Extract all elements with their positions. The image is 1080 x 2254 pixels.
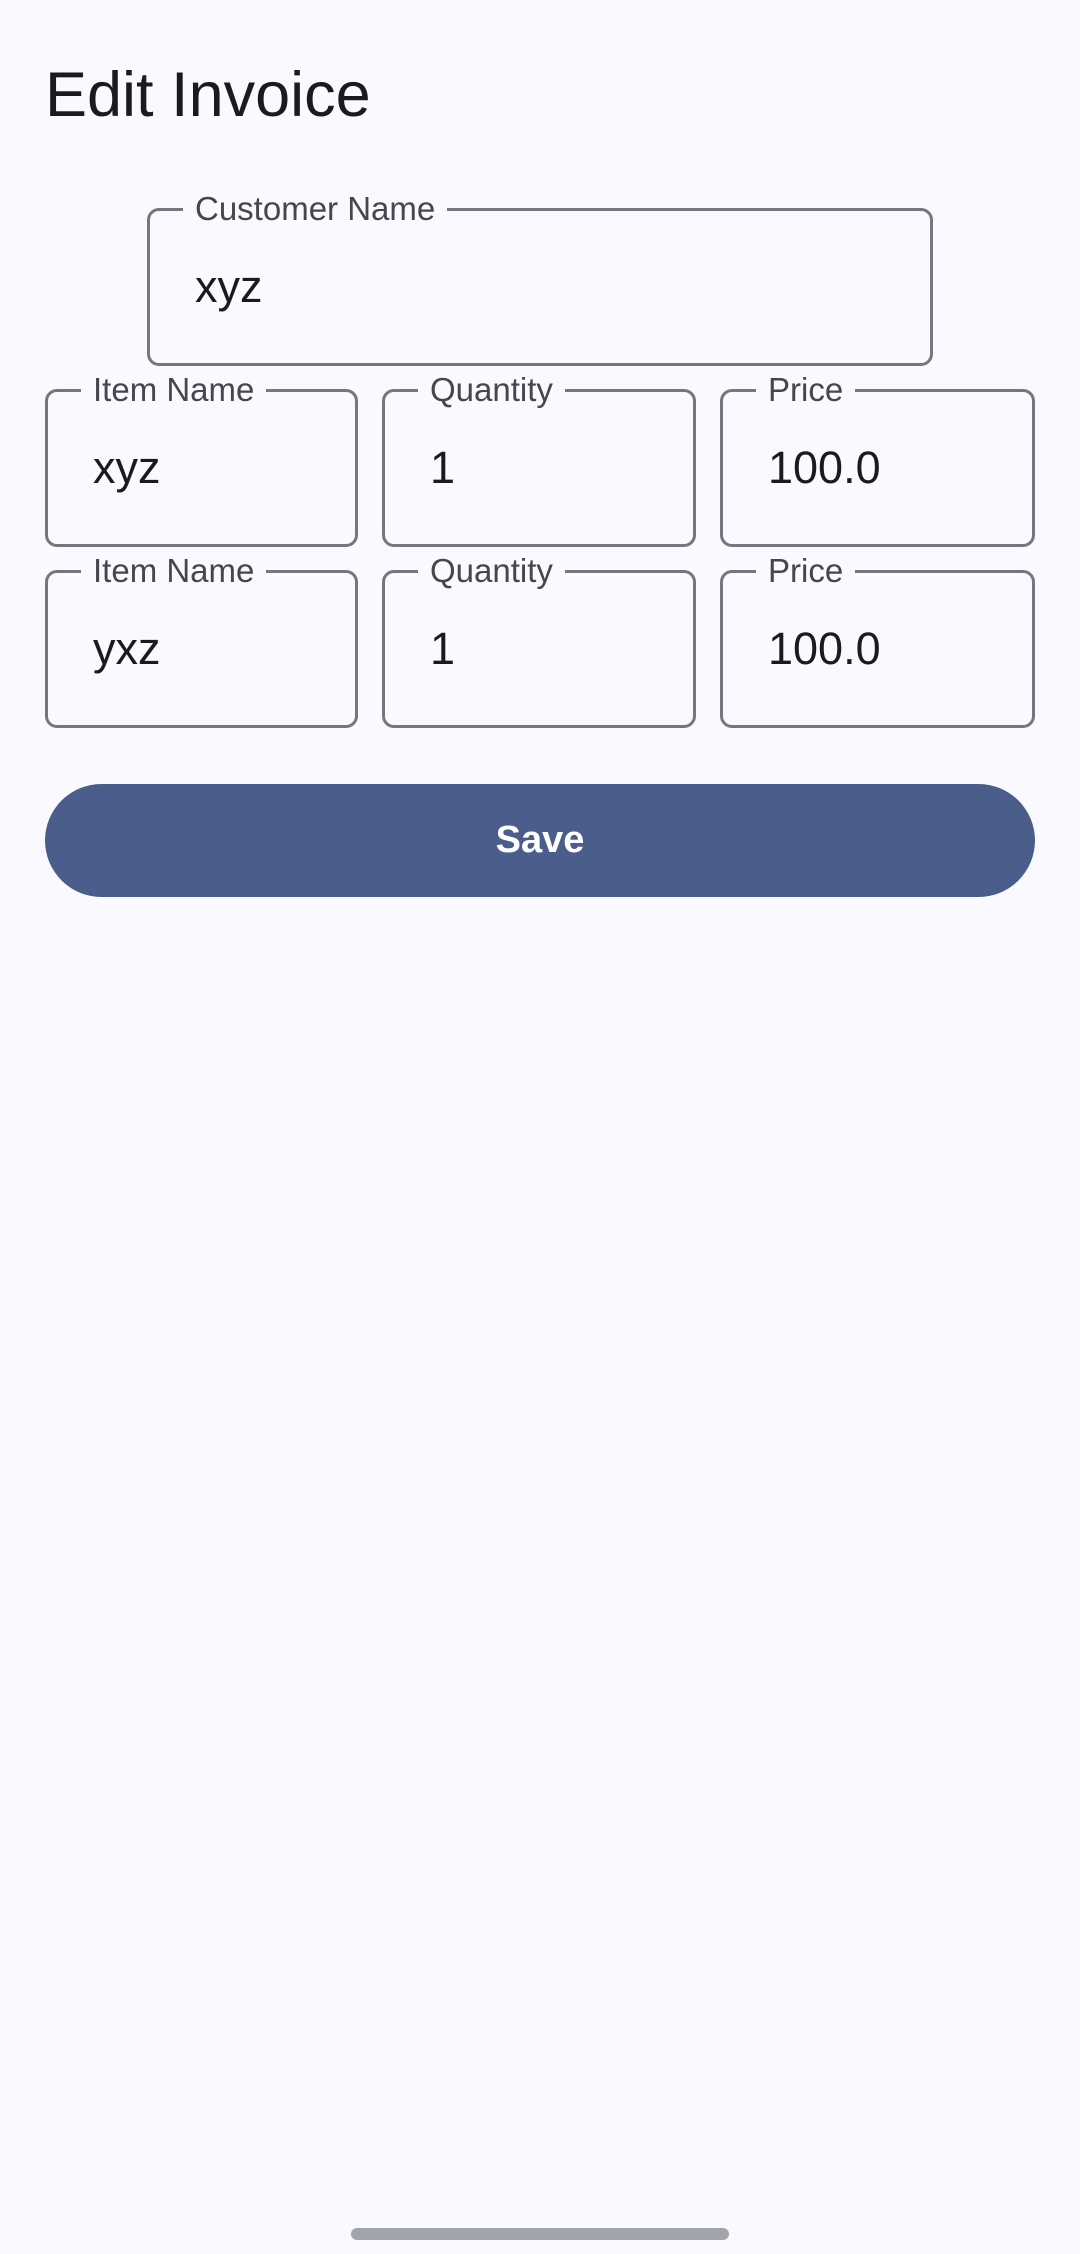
- quantity-field[interactable]: Quantity 1: [382, 551, 696, 728]
- quantity-label: Quantity: [418, 370, 565, 410]
- save-button-label: Save: [495, 819, 585, 861]
- price-field[interactable]: Price 100.0: [720, 370, 1035, 547]
- price-field[interactable]: Price 100.0: [720, 551, 1035, 728]
- price-value: 100.0: [768, 623, 881, 674]
- item-name-label: Item Name: [81, 370, 267, 410]
- item-name-value: yxz: [93, 623, 161, 674]
- quantity-value: 1: [430, 623, 456, 674]
- customer-name-value: xyz: [195, 261, 263, 312]
- item-name-field[interactable]: Item Name xyz: [45, 370, 358, 547]
- item-name-field[interactable]: Item Name yxz: [45, 551, 358, 728]
- edit-invoice-screen: Edit Invoice Customer Name xyz Item Name…: [0, 0, 1080, 2254]
- quantity-label: Quantity: [418, 551, 565, 591]
- quantity-value: 1: [430, 442, 456, 493]
- item-name-label: Item Name: [81, 551, 267, 591]
- price-label: Price: [756, 551, 856, 591]
- customer-name-field[interactable]: Customer Name xyz: [147, 189, 933, 366]
- save-button[interactable]: Save: [45, 784, 1035, 897]
- quantity-field[interactable]: Quantity 1: [382, 370, 696, 547]
- price-label: Price: [756, 370, 856, 410]
- page-title: Edit Invoice: [45, 60, 371, 130]
- item-name-value: xyz: [93, 442, 161, 493]
- customer-name-label: Customer Name: [183, 189, 448, 229]
- price-value: 100.0: [768, 442, 881, 493]
- home-gesture-handle[interactable]: [351, 2228, 729, 2240]
